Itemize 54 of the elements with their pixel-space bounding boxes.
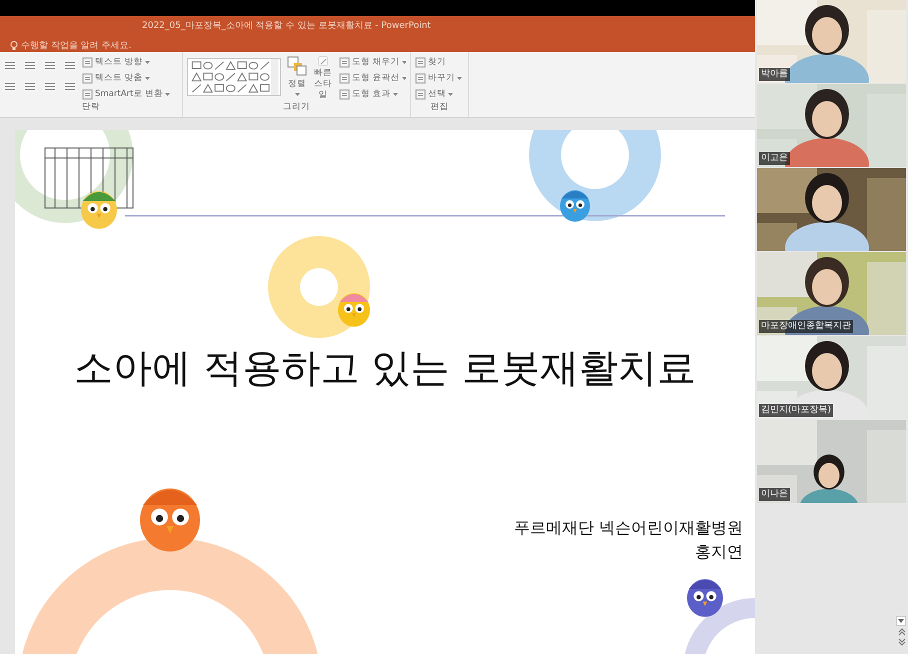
- lightbulb-icon: [10, 41, 18, 52]
- align-icon: [24, 81, 36, 92]
- caret-icon: [165, 92, 170, 96]
- participant-name: 마포장애인종합복지관: [759, 320, 853, 333]
- shape-format-icon: [339, 57, 350, 68]
- group-label: 그리기: [282, 101, 311, 114]
- caret-icon: [144, 76, 150, 80]
- subtitle-line: 홍지연: [694, 541, 743, 563]
- caret-icon: [448, 92, 453, 96]
- shape-gallery[interactable]: [187, 58, 281, 96]
- caret-icon: [392, 92, 398, 96]
- ribbon-button[interactable]: 도형 채우기: [339, 56, 406, 69]
- bird-drawing: [338, 293, 370, 327]
- bird-drawing: [81, 191, 117, 229]
- window-title: 2022_05_마포장복_소아에 적용할 수 있는 로봇재활치료 - PowerPoint: [141, 20, 432, 33]
- participant-name: 이나은: [759, 488, 790, 501]
- caret-icon: [402, 60, 406, 64]
- bird-drawing: [687, 579, 723, 617]
- caret-icon: [402, 76, 406, 80]
- participant-name: 박아름: [759, 68, 790, 81]
- ribbon-button[interactable]: 텍스트 방향: [82, 56, 170, 69]
- slide-title: 소아에 적용하고 있는 로봇재활치료: [72, 345, 698, 393]
- align-icon: [44, 81, 56, 92]
- ribbon-button[interactable]: 텍스트 맞춤: [82, 72, 170, 85]
- group-label: 편집: [430, 101, 450, 114]
- arrange-button[interactable]: 정렬: [287, 56, 307, 102]
- ribbon-button[interactable]: 바꾸기: [415, 72, 462, 85]
- bird-drawing: [560, 190, 590, 222]
- ribbon-button[interactable]: 선택: [415, 88, 462, 101]
- shape-format-icon: [339, 73, 350, 84]
- text-option-icon: [82, 89, 93, 100]
- shape-format-icon: [339, 89, 350, 100]
- quick-styles-button[interactable]: 빠른 스타일: [313, 56, 333, 102]
- tell-me-field[interactable]: 수행할 작업을 알려 주세요.: [21, 40, 132, 53]
- group-label: 단락: [81, 101, 101, 114]
- participant-name: 이고은: [759, 152, 790, 165]
- caret-icon: [144, 60, 150, 64]
- subtitle-line: 푸르메재단 넥슨어린이재활병원: [514, 517, 743, 539]
- bird-drawing: [140, 488, 200, 552]
- text-option-icon: [82, 73, 93, 84]
- caret-icon: [457, 76, 462, 80]
- participant-name: 김민지(마포장복): [759, 404, 834, 417]
- align-icon: [4, 81, 16, 92]
- ribbon-button[interactable]: 도형 윤곽선: [339, 72, 406, 85]
- scroll-down-button[interactable]: [896, 616, 906, 626]
- text-option-icon: [82, 57, 93, 68]
- next-slide-icon[interactable]: [898, 638, 906, 646]
- previous-slide-icon[interactable]: [898, 628, 906, 636]
- ribbon-button[interactable]: 도형 효과: [339, 88, 406, 101]
- caret-icon: [294, 93, 300, 97]
- ribbon-button[interactable]: 찾기: [415, 56, 462, 69]
- ribbon-button[interactable]: SmartArt로 변환: [82, 88, 170, 101]
- arrange-icon: [287, 56, 307, 76]
- list-icon: [4, 60, 16, 71]
